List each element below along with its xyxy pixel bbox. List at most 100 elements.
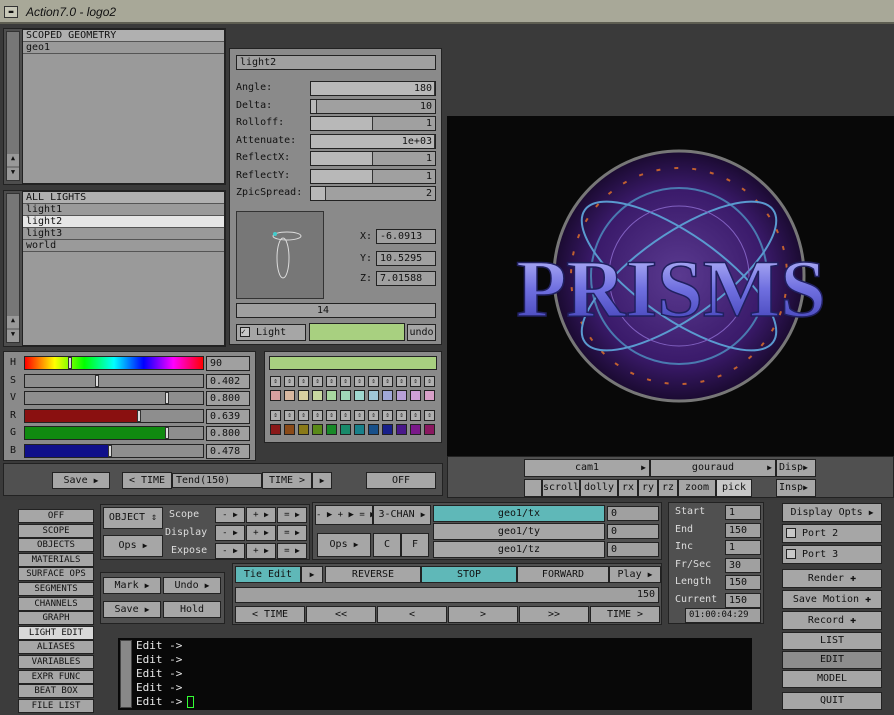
tool-ry[interactable]: ry xyxy=(638,479,658,497)
list-item[interactable]: light1 xyxy=(23,204,224,216)
op-button[interactable]: + ▶ xyxy=(246,543,276,559)
palette-swatch[interactable] xyxy=(284,424,295,435)
slider-knob[interactable] xyxy=(165,427,169,439)
channel-value[interactable]: 0 xyxy=(607,524,659,539)
tool-rx[interactable]: rx xyxy=(618,479,638,497)
list-item[interactable]: light3 xyxy=(23,228,224,240)
op-button[interactable]: - ▶ xyxy=(215,525,245,541)
f-button[interactable]: F xyxy=(401,533,429,557)
time-nav-button[interactable]: > xyxy=(448,606,518,623)
palette-swatch[interactable] xyxy=(382,424,393,435)
color-slider[interactable] xyxy=(24,356,204,370)
palette-swatch[interactable] xyxy=(354,390,365,401)
mode-button[interactable]: SEGMENTS xyxy=(18,582,94,596)
save-edit-button[interactable]: Save ▶ xyxy=(103,601,161,618)
tool-rz[interactable]: rz xyxy=(658,479,678,497)
record-button[interactable]: Record ✚ xyxy=(782,611,882,630)
tool-pick[interactable]: pick xyxy=(716,479,752,497)
palette-load-icon[interactable]: ⇕ xyxy=(382,376,393,387)
channel-value[interactable]: 0 xyxy=(607,542,659,557)
ops-button[interactable]: Ops ▶ xyxy=(103,535,163,557)
palette-load-icon[interactable]: ⇕ xyxy=(270,376,281,387)
palette-swatch[interactable] xyxy=(312,390,323,401)
palette-swatch[interactable] xyxy=(410,390,421,401)
list-button[interactable]: LIST xyxy=(782,632,882,650)
time-menu-button[interactable]: ▶ xyxy=(312,472,332,489)
light-index-slider[interactable]: 14 xyxy=(236,303,436,318)
scope-scrollbar[interactable]: ▲ ▼ xyxy=(6,31,20,181)
reverse-button[interactable]: REVERSE xyxy=(325,566,421,583)
edit-mode-button[interactable]: EDIT xyxy=(782,651,882,669)
scroll-up-icon[interactable]: ▲ xyxy=(7,316,19,328)
op-button[interactable]: = ▶ xyxy=(277,525,307,541)
slider-knob[interactable] xyxy=(68,357,72,369)
palette-swatch[interactable] xyxy=(326,390,337,401)
mode-button[interactable]: EXPR FUNC xyxy=(18,669,94,684)
light-name-field[interactable]: light2 xyxy=(236,55,436,70)
render-button[interactable]: Render ✚ xyxy=(782,569,882,588)
palette-load-icon[interactable]: ⇕ xyxy=(368,410,379,421)
palette-load-icon[interactable]: ⇕ xyxy=(298,410,309,421)
op-button[interactable]: = ▶ xyxy=(277,543,307,559)
lights-scrollbar[interactable]: ▲ ▼ xyxy=(6,193,20,343)
chan-ops-button[interactable]: Ops ▶ xyxy=(317,533,371,557)
save-motion-button[interactable]: Save Motion ✚ xyxy=(782,590,882,609)
save-button[interactable]: Save ▶ xyxy=(52,472,110,489)
palette-load-icon[interactable]: ⇕ xyxy=(270,410,281,421)
slider-knob[interactable] xyxy=(137,409,141,422)
console-scrollbar[interactable] xyxy=(120,640,132,708)
model-button[interactable]: MODEL xyxy=(782,670,882,688)
color-slider[interactable] xyxy=(24,426,204,440)
slider-knob[interactable] xyxy=(165,392,169,404)
mark-button[interactable]: Mark ▶ xyxy=(103,577,161,594)
palette-swatch[interactable] xyxy=(312,424,323,435)
palette-load-icon[interactable]: ⇕ xyxy=(312,376,323,387)
mode-button[interactable]: SURFACE OPS xyxy=(18,567,94,582)
color-slider[interactable] xyxy=(24,391,204,405)
palette-load-icon[interactable]: ⇕ xyxy=(382,410,393,421)
color-slider[interactable] xyxy=(24,443,204,458)
palette-load-icon[interactable]: ⇕ xyxy=(284,410,295,421)
display-opts-button[interactable]: Display Opts ▶ xyxy=(782,503,882,522)
palette-load-icon[interactable]: ⇕ xyxy=(410,410,421,421)
palette-swatch[interactable] xyxy=(382,390,393,401)
window-menu-button[interactable]: ▬ xyxy=(4,6,18,18)
param-slider[interactable]: 1 xyxy=(310,116,436,131)
light-color-swatch[interactable] xyxy=(309,323,405,341)
camera-menu[interactable]: cam1 ▶ xyxy=(524,459,650,477)
palette-swatch[interactable] xyxy=(354,424,365,435)
list-item[interactable]: geo1 xyxy=(23,42,224,54)
tie-edit-menu[interactable]: ▶ xyxy=(301,566,323,583)
op-button[interactable]: + ▶ xyxy=(246,525,276,541)
palette-swatch[interactable] xyxy=(396,424,407,435)
tool-dolly[interactable]: dolly xyxy=(580,479,618,497)
viewport-checkbox[interactable] xyxy=(524,479,542,497)
undo-button[interactable]: undo xyxy=(407,324,436,341)
stop-button[interactable]: STOP xyxy=(421,566,517,583)
mode-button[interactable]: OFF xyxy=(18,509,94,523)
hold-button[interactable]: Hold xyxy=(163,601,221,618)
palette-load-icon[interactable]: ⇕ xyxy=(354,410,365,421)
channel-value[interactable]: 0.800 xyxy=(206,391,250,406)
op-button[interactable]: - ▶ xyxy=(215,507,245,523)
object-button[interactable]: OBJECT ⇕ xyxy=(103,507,163,529)
palette-load-icon[interactable]: ⇕ xyxy=(396,410,407,421)
mode-button[interactable]: GRAPH xyxy=(18,611,94,626)
param-slider[interactable]: 1 xyxy=(310,168,436,184)
palette-swatch[interactable] xyxy=(368,390,379,401)
palette-swatch[interactable] xyxy=(424,424,435,435)
tool-zoom[interactable]: zoom xyxy=(678,479,716,497)
channel-value[interactable]: 0.800 xyxy=(206,426,250,441)
scroll-down-icon[interactable]: ▼ xyxy=(7,168,19,180)
slider-knob[interactable] xyxy=(108,444,112,457)
palette-swatch[interactable] xyxy=(424,390,435,401)
z-field[interactable]: 7.01588 xyxy=(376,271,436,286)
palette-swatch[interactable] xyxy=(410,424,421,435)
undo-edit-button[interactable]: Undo ▶ xyxy=(163,577,221,594)
palette-swatch[interactable] xyxy=(270,390,281,401)
channel-name[interactable]: geo1/tx xyxy=(433,505,605,522)
mode-button[interactable]: OBJECTS xyxy=(18,538,94,553)
time-nav-button[interactable]: < xyxy=(377,606,447,623)
palette-load-icon[interactable]: ⇕ xyxy=(284,376,295,387)
tie-edit-button[interactable]: Tie Edit xyxy=(235,566,301,583)
